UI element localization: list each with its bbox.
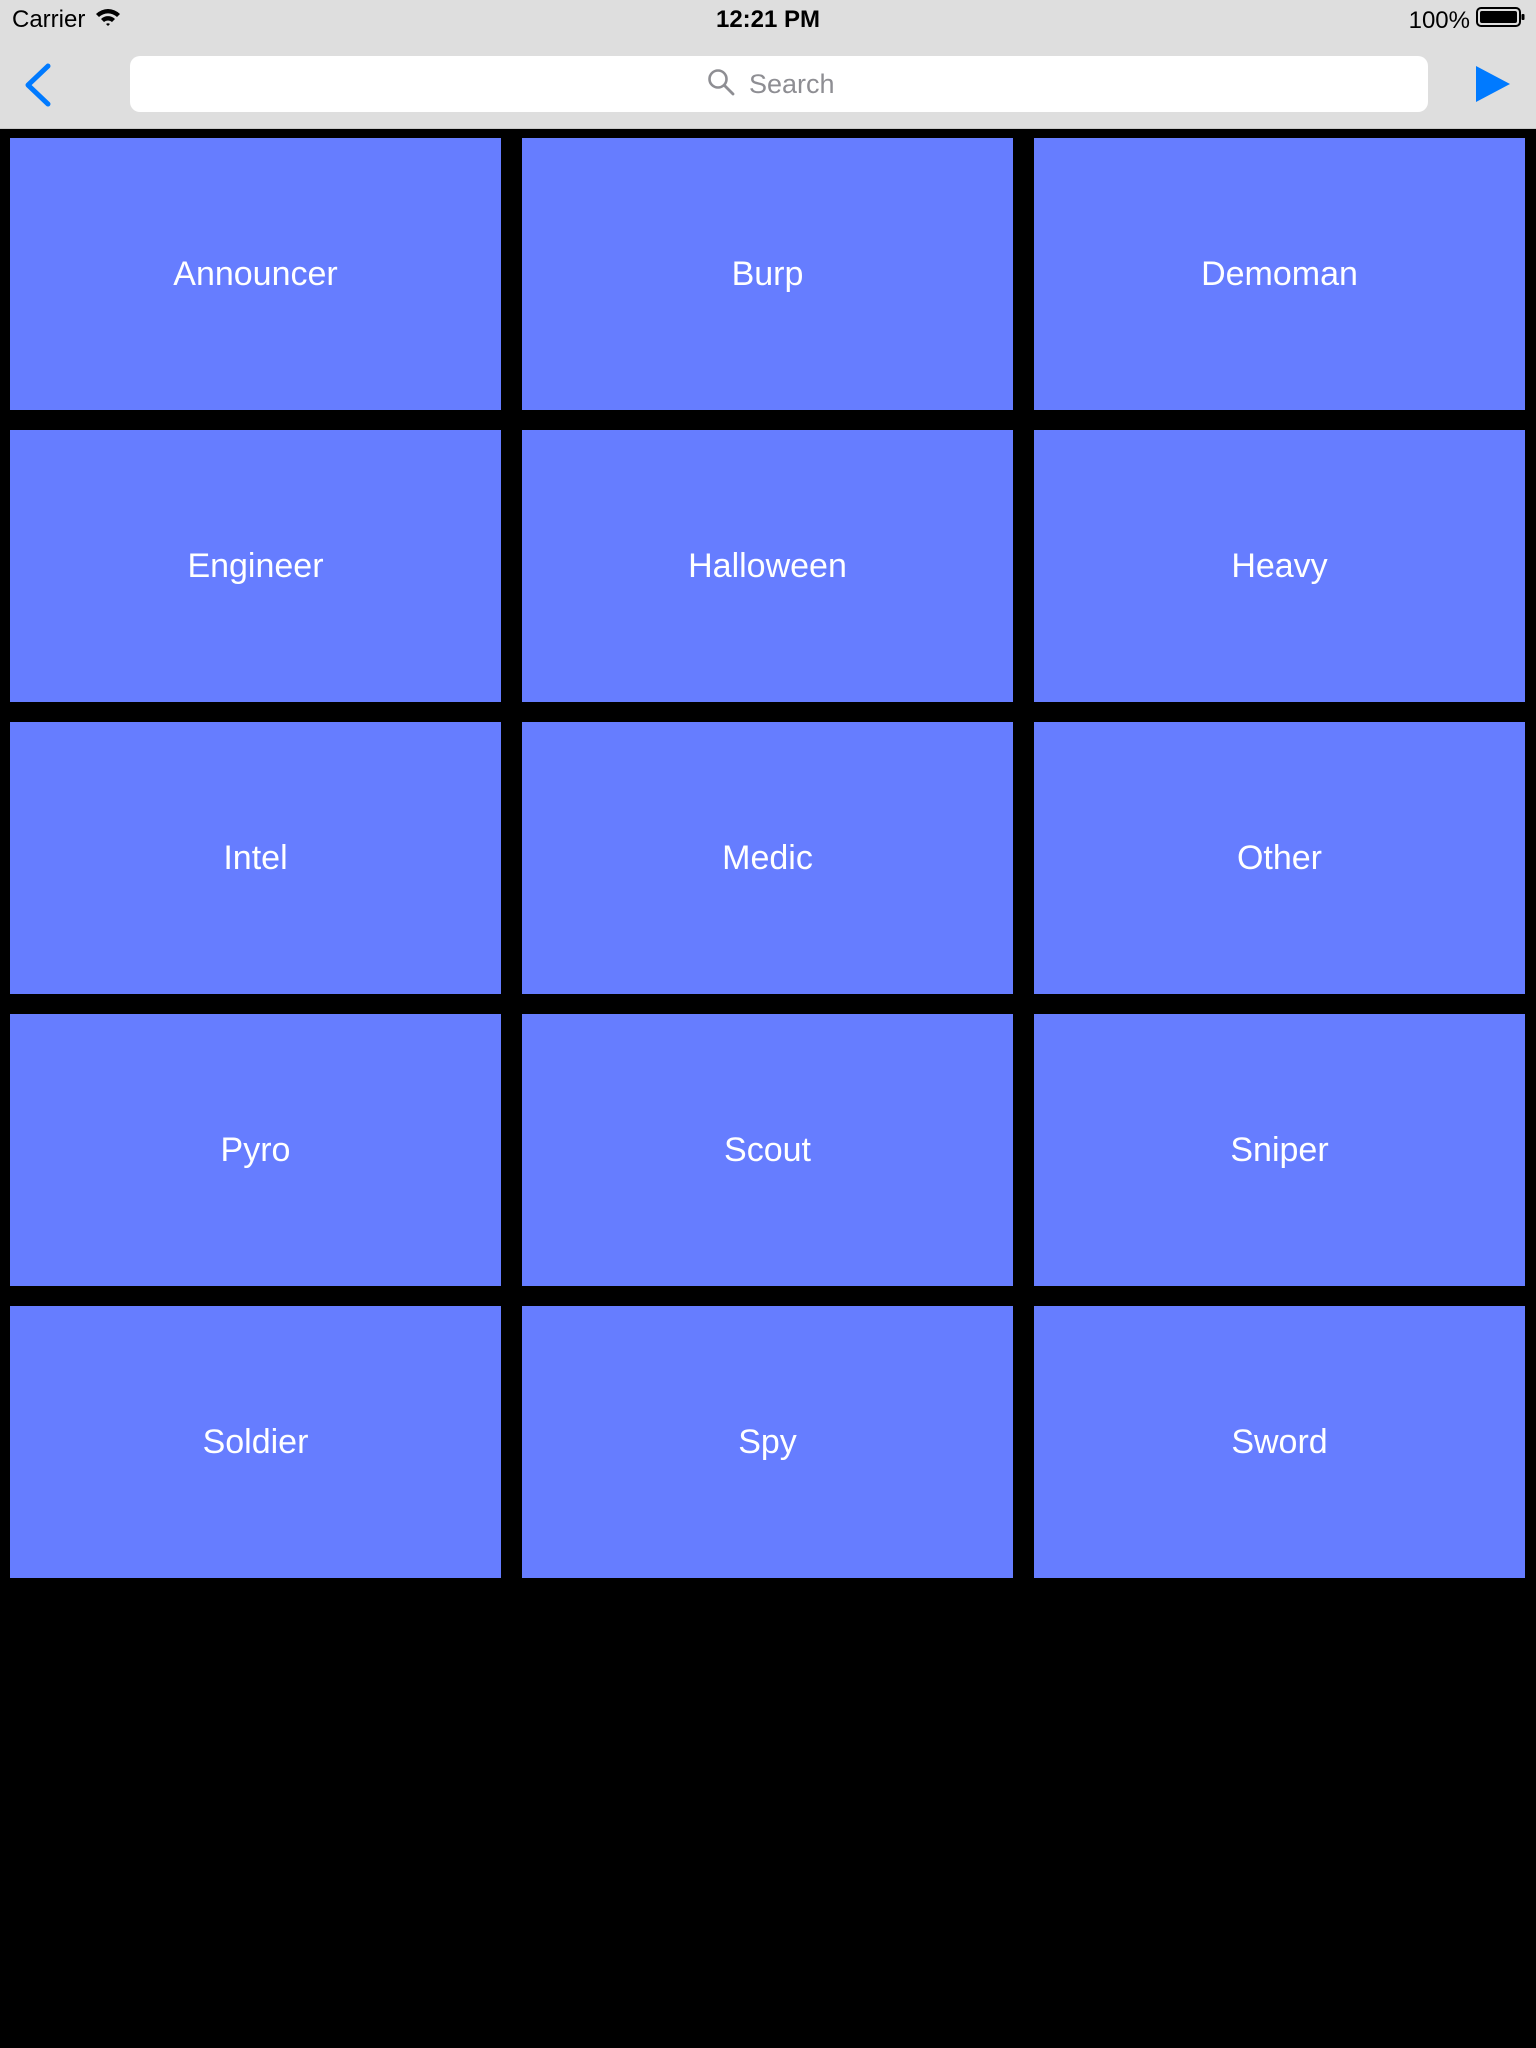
category-tile-sword[interactable]: Sword: [1034, 1306, 1525, 1578]
category-tile-burp[interactable]: Burp: [522, 138, 1013, 410]
battery-percent: 100%: [1408, 6, 1470, 34]
category-grid: Announcer Burp Demoman Engineer Hallowee…: [10, 138, 1526, 1578]
search-bar[interactable]: [130, 56, 1428, 112]
category-tile-announcer[interactable]: Announcer: [10, 138, 501, 410]
category-tile-heavy[interactable]: Heavy: [1034, 430, 1525, 702]
category-tile-engineer[interactable]: Engineer: [10, 430, 501, 702]
status-bar: Carrier 12:21 PM 100%: [0, 0, 1536, 40]
category-tile-soldier[interactable]: Soldier: [10, 1306, 501, 1578]
category-tile-intel[interactable]: Intel: [10, 722, 501, 994]
battery-group: 100%: [1409, 6, 1526, 35]
chevron-left-icon: [25, 63, 51, 107]
play-button[interactable]: [1472, 64, 1512, 104]
category-tile-medic[interactable]: Medic: [522, 722, 1013, 994]
search-input[interactable]: [747, 67, 851, 101]
status-time: 12:21 PM: [715, 6, 821, 33]
category-tile-demoman[interactable]: Demoman: [1034, 138, 1525, 410]
navigation-bar: [0, 40, 1536, 129]
battery-icon: [1476, 6, 1526, 35]
back-button[interactable]: [18, 62, 58, 108]
category-tile-scout[interactable]: Scout: [522, 1014, 1013, 1286]
search-icon: [707, 68, 735, 101]
category-tile-halloween[interactable]: Halloween: [522, 430, 1013, 702]
category-tile-sniper[interactable]: Sniper: [1034, 1014, 1525, 1286]
play-icon: [1476, 66, 1510, 102]
category-tile-pyro[interactable]: Pyro: [10, 1014, 501, 1286]
category-tile-spy[interactable]: Spy: [522, 1306, 1013, 1578]
category-tile-other[interactable]: Other: [1034, 722, 1525, 994]
